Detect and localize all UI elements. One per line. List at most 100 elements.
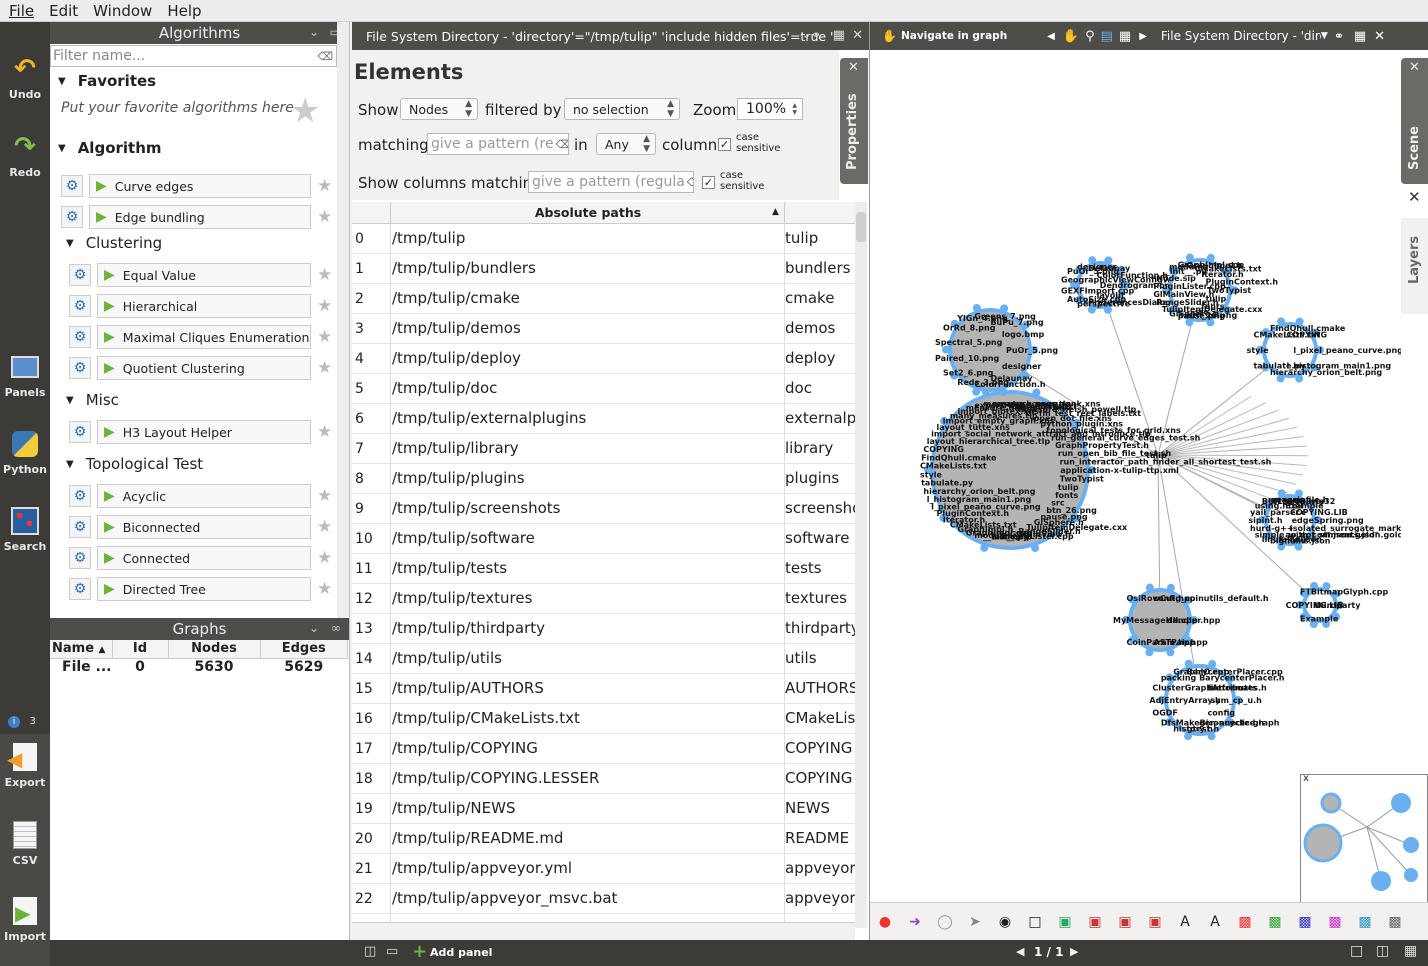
collapse-icon[interactable]: ⌄ <box>309 25 319 39</box>
graph-node[interactable] <box>972 387 981 396</box>
star-icon[interactable]: ★ <box>317 358 332 378</box>
table-row[interactable]: 10/tmp/tulip/software software <box>352 524 855 554</box>
undo-button[interactable]: ↶ Undo <box>0 54 50 101</box>
dropdown-icon[interactable]: ▼ <box>1321 31 1328 41</box>
graph-node[interactable] <box>1166 583 1175 592</box>
graph-node[interactable] <box>999 387 1008 396</box>
menu-edit[interactable]: Edit <box>40 0 84 22</box>
col-edges[interactable]: Edges <box>260 640 348 659</box>
absolute-paths-header[interactable]: Absolute paths <box>392 205 784 220</box>
graph-node[interactable] <box>1032 388 1041 397</box>
case-sensitive-checkbox[interactable]: ✓ <box>718 138 731 151</box>
run-maximal-cliques-button[interactable]: ▶ Maximal Cliques Enumeration <box>97 325 311 349</box>
gear-icon[interactable]: ⚙ <box>61 175 83 197</box>
zoom-spinbox[interactable]: 100% ▲ ▼ <box>737 98 803 120</box>
gear-icon[interactable]: ⚙ <box>69 547 91 569</box>
single-layout-icon[interactable]: □ <box>1350 943 1363 959</box>
properties-tab[interactable]: ✕ Properties <box>840 58 868 184</box>
add-icon[interactable]: + <box>412 941 427 962</box>
sort-up-icon[interactable]: ▲ <box>772 207 779 217</box>
color-icon-4[interactable]: ▩ <box>1324 911 1346 933</box>
label-icon[interactable]: ▣ <box>1054 911 1076 933</box>
clear-filter-icon[interactable]: ⌫ <box>317 50 333 63</box>
import-button[interactable]: ▶ Import <box>0 896 50 943</box>
table-row[interactable]: 8/tmp/tulip/plugins plugins <box>352 464 855 494</box>
gear-icon[interactable]: ⚙ <box>69 516 91 538</box>
star-icon[interactable]: ★ <box>317 548 332 568</box>
star-icon[interactable]: ★ <box>317 265 332 285</box>
fullscreen-icon[interactable]: ▭ <box>386 944 398 959</box>
color-palette-icon[interactable]: ● <box>874 911 896 933</box>
table-row[interactable]: File ... 0 5630 5629 <box>50 658 348 676</box>
color-icon-6[interactable]: ▩ <box>1384 911 1406 933</box>
info-indicator[interactable]: i 3 <box>0 714 50 728</box>
run-acyclic-button[interactable]: ▶ Acyclic <box>97 484 311 508</box>
table-row[interactable]: 20/tmp/tulip/README.md README <box>352 824 855 854</box>
show-select[interactable]: Nodes ▲ ▼ <box>400 98 478 120</box>
color-icon-2[interactable]: ▩ <box>1264 911 1286 933</box>
filtered-by-select[interactable]: no selection ▲ ▼ <box>564 98 680 120</box>
star-icon[interactable]: ★ <box>317 296 332 316</box>
table-row[interactable]: 11/tmp/tulip/tests tests <box>352 554 855 584</box>
graph-node[interactable] <box>1145 648 1154 657</box>
table-row[interactable]: 13/tmp/tulip/thirdparty thirdparty <box>352 614 855 644</box>
menu-file[interactable]: File <box>0 0 40 22</box>
search-button[interactable]: Search <box>0 506 50 553</box>
table-row[interactable]: 14/tmp/tulip/utils utils <box>352 644 855 674</box>
close-icon[interactable]: ✕ <box>1374 29 1385 44</box>
navigate-icon[interactable]: ✋ <box>1063 29 1079 44</box>
close-icon[interactable]: ✕ <box>848 60 859 75</box>
graph-node[interactable] <box>942 345 951 354</box>
table-row[interactable]: 5/tmp/tulip/doc doc <box>352 374 855 404</box>
table-row[interactable]: 7/tmp/tulip/library library <box>352 434 855 464</box>
col-name[interactable]: Name ▲ <box>50 640 113 659</box>
menu-window[interactable]: Window <box>84 0 158 22</box>
star-icon[interactable]: ★ <box>317 486 332 506</box>
gear-icon[interactable]: ⚙ <box>69 485 91 507</box>
graph-node[interactable] <box>972 303 981 312</box>
graph-node[interactable] <box>1031 544 1040 553</box>
collapse-icon[interactable]: ⌄ <box>309 621 319 635</box>
table-row[interactable]: 12/tmp/tulip/textures textures <box>352 584 855 614</box>
table-row[interactable]: 17/tmp/tulip/COPYING COPYING <box>352 734 855 764</box>
col-id[interactable]: Id <box>112 640 169 659</box>
clustering-header[interactable]: ▼ Clustering <box>50 231 162 255</box>
prev-interactor-icon[interactable]: ◀ <box>1047 31 1055 42</box>
table-row[interactable]: 0/tmp/tulip tulip <box>352 224 855 254</box>
star-icon[interactable]: ★ <box>317 327 332 347</box>
run-quotient-clustering-button[interactable]: ▶ Quotient Clustering <box>97 356 311 380</box>
label-icon-4[interactable]: ▣ <box>1144 911 1166 933</box>
run-equal-value-button[interactable]: ▶ Equal Value <box>97 263 311 287</box>
graph-canvas[interactable]: application-x-tulip-ttp.xmlTwoTypisttuli… <box>870 50 1401 900</box>
menu-help[interactable]: Help <box>158 0 207 22</box>
collapse-icon[interactable]: ⌄ <box>802 28 811 41</box>
clear-icon[interactable]: ⌫ <box>687 176 693 189</box>
close-icon[interactable]: x <box>1303 773 1309 784</box>
panels-button[interactable]: Panels <box>0 352 50 399</box>
gear-icon[interactable]: ⚙ <box>69 421 91 443</box>
grid-select-icon[interactable]: ▦ <box>1119 29 1131 44</box>
run-edge-bundling-button[interactable]: ▶ Edge bundling <box>89 205 311 229</box>
gear-icon[interactable]: ⚙ <box>69 326 91 348</box>
topological-test-header[interactable]: ▼ Topological Test <box>50 452 203 476</box>
graph-node[interactable] <box>1184 659 1193 668</box>
graph-node[interactable] <box>1207 732 1216 741</box>
run-curve-edges-button[interactable]: ▶ Curve edges <box>89 174 311 198</box>
table-row[interactable]: 2/tmp/tulip/cmake cmake <box>352 284 855 314</box>
csv-button[interactable]: CSV <box>0 820 50 867</box>
rect-select-icon[interactable]: ▤ <box>1101 29 1113 44</box>
color-icon-5[interactable]: ▩ <box>1354 911 1376 933</box>
hand-icon[interactable]: ✋ <box>882 29 897 43</box>
columns-case-sensitive-checkbox[interactable]: ✓ <box>702 176 715 189</box>
run-biconnected-button[interactable]: ▶ Biconnected <box>97 515 311 539</box>
scroll-thumb[interactable] <box>856 212 866 242</box>
link-icon[interactable]: ⚭ <box>1334 29 1344 43</box>
run-connected-button[interactable]: ▶ Connected <box>97 546 311 570</box>
grid-layout-icon[interactable]: ▦ <box>1404 943 1417 959</box>
arrow-icon[interactable]: ➜ <box>904 911 926 933</box>
graph-node[interactable] <box>1166 648 1175 657</box>
label-icon-2[interactable]: ▣ <box>1084 911 1106 933</box>
run-hierarchical-button[interactable]: ▶ Hierarchical <box>97 294 311 318</box>
clear-icon[interactable]: ⌫ <box>556 138 568 151</box>
layers-tab[interactable]: Layers <box>1401 218 1428 314</box>
